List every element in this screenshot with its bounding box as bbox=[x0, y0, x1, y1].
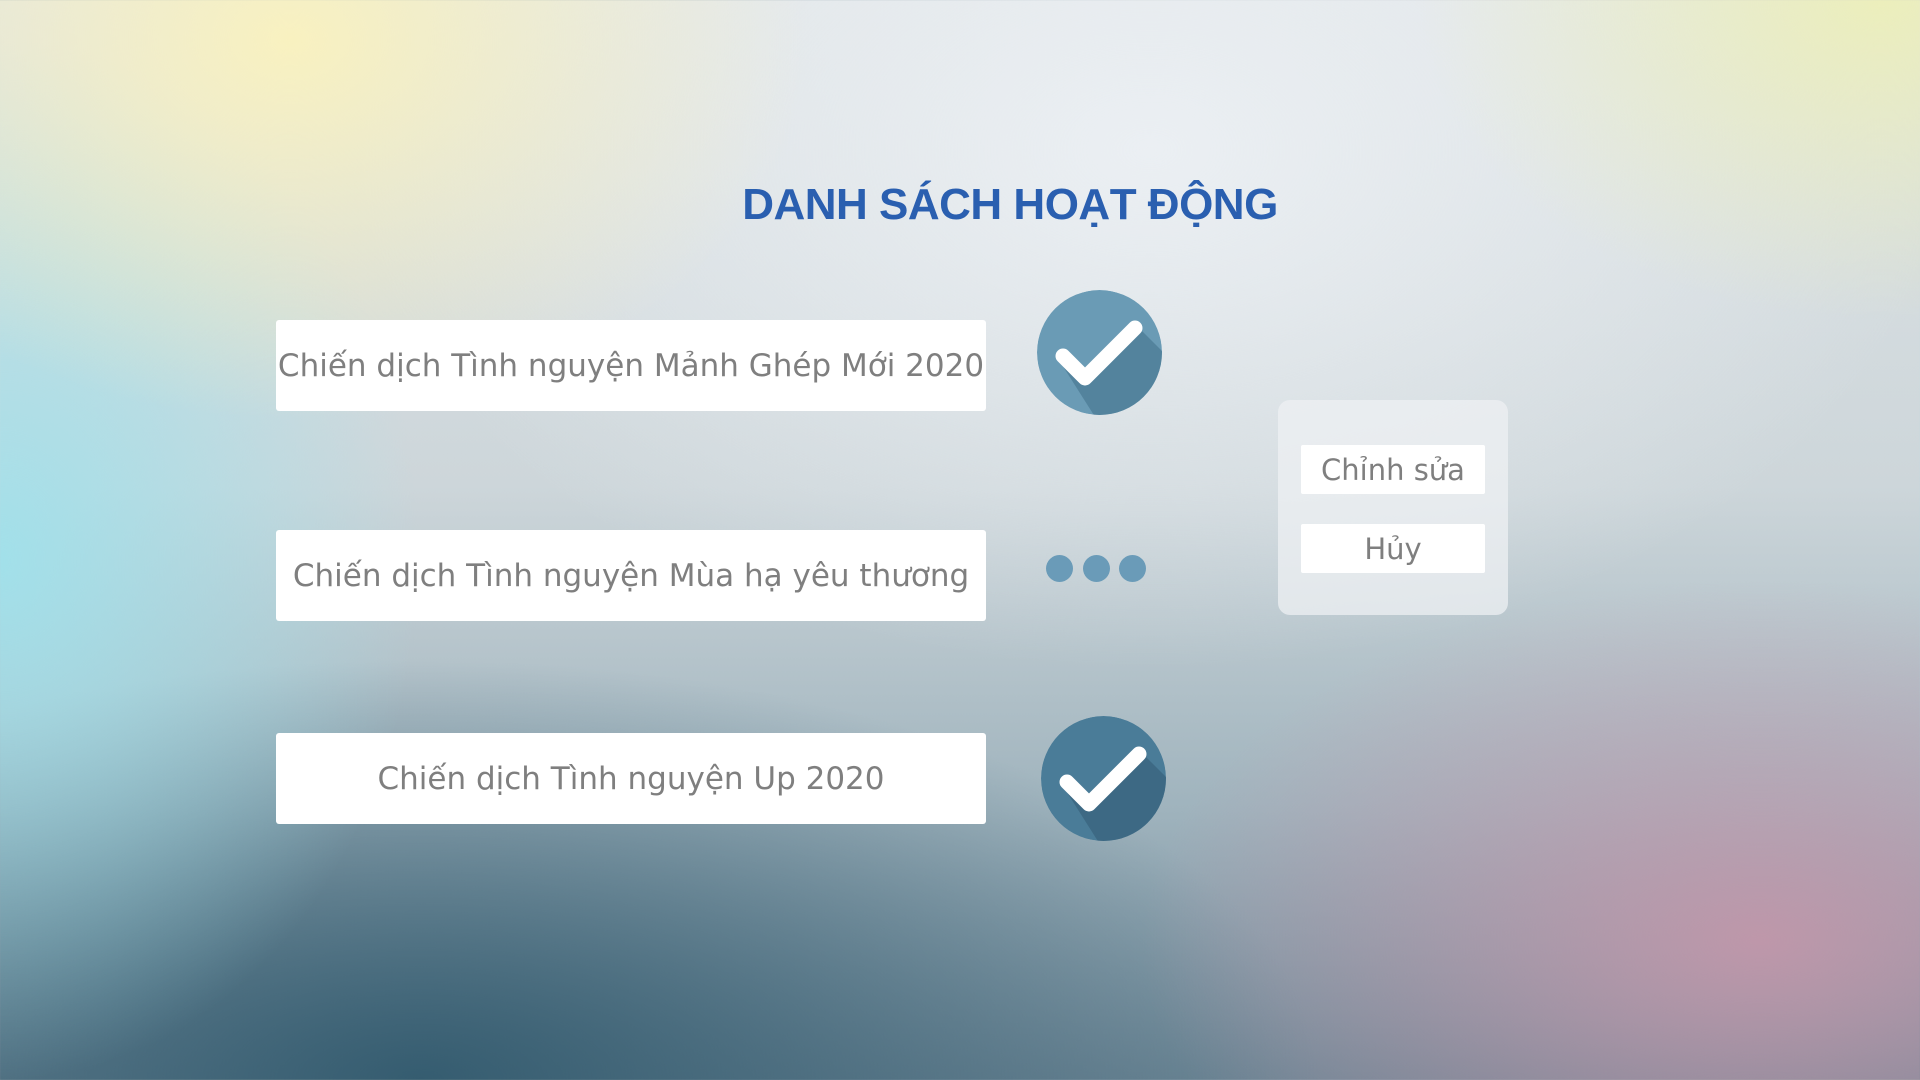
check-icon[interactable] bbox=[1041, 716, 1166, 841]
activity-row-2[interactable]: Chiến dịch Tình nguyện Mùa hạ yêu thương bbox=[276, 530, 986, 621]
activity-label: Chiến dịch Tình nguyện Up 2020 bbox=[377, 760, 885, 797]
dot bbox=[1046, 555, 1073, 582]
dot bbox=[1082, 555, 1110, 582]
page-title: DANH SÁCH HOẠT ĐỘNG bbox=[742, 180, 1278, 229]
context-menu: Chỉnh sửa Hủy bbox=[1278, 400, 1508, 615]
cancel-button[interactable]: Hủy bbox=[1301, 524, 1485, 573]
activity-row-3[interactable]: Chiến dịch Tình nguyện Up 2020 bbox=[276, 733, 986, 824]
activity-row-1[interactable]: Chiến dịch Tình nguyện Mảnh Ghép Mới 202… bbox=[276, 320, 986, 411]
check-icon[interactable] bbox=[1037, 290, 1162, 415]
dot bbox=[1119, 555, 1146, 582]
activity-label: Chiến dịch Tình nguyện Mảnh Ghép Mới 202… bbox=[277, 347, 985, 384]
more-icon[interactable] bbox=[1046, 555, 1146, 583]
activity-label: Chiến dịch Tình nguyện Mùa hạ yêu thương bbox=[292, 557, 970, 594]
edit-button[interactable]: Chỉnh sửa bbox=[1301, 445, 1485, 494]
